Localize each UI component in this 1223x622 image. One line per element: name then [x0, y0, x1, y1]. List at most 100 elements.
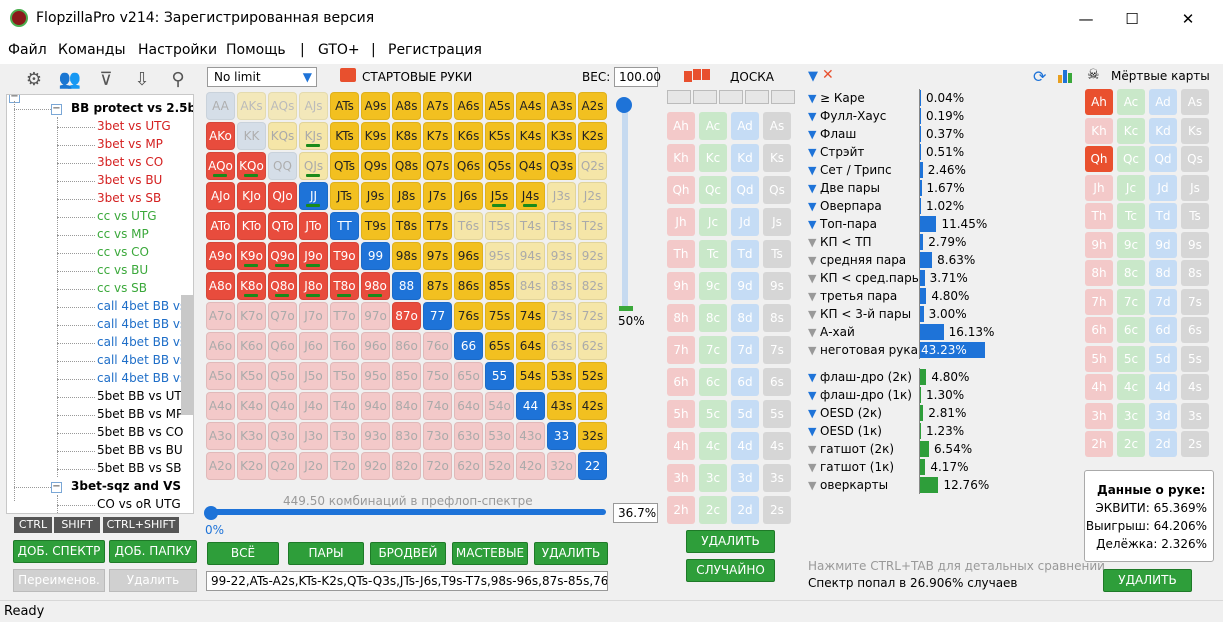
filter-icon[interactable]: ▼: [808, 477, 820, 495]
hand-cell[interactable]: 64s: [516, 332, 545, 360]
hand-cell[interactable]: Q4s: [516, 152, 545, 180]
stat-row[interactable]: ▼ КП < сред.пары: [808, 269, 1008, 287]
dead-card[interactable]: 9s: [1181, 231, 1209, 258]
dead-card[interactable]: Jc: [1117, 174, 1145, 201]
hand-cell[interactable]: A4o: [206, 392, 235, 420]
hand-cell[interactable]: J5o: [299, 362, 328, 390]
users-icon[interactable]: 👥: [56, 68, 84, 92]
hand-cell[interactable]: K8s: [392, 122, 421, 150]
hand-cell[interactable]: 93o: [361, 422, 390, 450]
board-card[interactable]: Jh: [667, 208, 695, 236]
dead-card[interactable]: 5h: [1085, 345, 1113, 372]
board-card[interactable]: 2d: [731, 496, 759, 524]
board-card[interactable]: 8d: [731, 304, 759, 332]
hand-cell[interactable]: A3o: [206, 422, 235, 450]
hand-cell[interactable]: Q2o: [268, 452, 297, 480]
dead-card[interactable]: 4s: [1181, 374, 1209, 400]
board-slot[interactable]: [667, 90, 691, 104]
stat-row[interactable]: ▼ Фулл-Хаус: [808, 107, 1008, 125]
hand-cell[interactable]: Q8o: [268, 272, 297, 300]
board-card[interactable]: 2s: [763, 496, 791, 524]
dead-card[interactable]: Tc: [1117, 203, 1145, 229]
menu-item[interactable]: Помощь: [226, 42, 286, 58]
hand-cell[interactable]: 82o: [392, 452, 421, 480]
hand-cell[interactable]: QTo: [268, 212, 297, 240]
filter-icon[interactable]: ▼: [808, 252, 820, 270]
board-card[interactable]: 6c: [699, 368, 727, 396]
board-card[interactable]: 6h: [667, 368, 695, 396]
stat-row[interactable]: ▼ третья пара: [808, 287, 1008, 305]
hand-cell[interactable]: A7o: [206, 302, 235, 330]
board-card[interactable]: Qc: [699, 176, 727, 204]
dead-card[interactable]: 6s: [1181, 317, 1209, 343]
hand-cell[interactable]: J8o: [299, 272, 328, 300]
hand-cell[interactable]: 66: [454, 332, 483, 360]
hand-cell[interactable]: Q5s: [485, 152, 514, 180]
filter-icon[interactable]: ⊽: [92, 68, 120, 92]
board-card[interactable]: 8h: [667, 304, 695, 332]
tree-item[interactable]: cc vs SB: [97, 281, 147, 295]
filter-icon[interactable]: ▼: [808, 69, 818, 84]
tree-item[interactable]: call 4bet BB vs B: [97, 353, 193, 367]
hand-cell[interactable]: 86o: [392, 332, 421, 360]
dead-card[interactable]: 7s: [1181, 288, 1209, 315]
hand-cell[interactable]: T2s: [578, 212, 607, 240]
stat-row[interactable]: ▼ средняя пара: [808, 251, 1008, 269]
dead-card[interactable]: 8d: [1149, 260, 1177, 286]
hand-cell[interactable]: 88: [392, 272, 421, 300]
filter-icon[interactable]: ▼: [808, 216, 820, 234]
dead-card[interactable]: 4c: [1117, 374, 1145, 400]
stat-row[interactable]: ▼ гатшот (1к): [808, 458, 1008, 476]
tree-item[interactable]: 5bet BB vs CO: [97, 425, 183, 439]
filter-icon[interactable]: ▼: [808, 180, 820, 198]
board-card[interactable]: Jc: [699, 208, 727, 236]
hand-cell[interactable]: 52o: [485, 452, 514, 480]
hand-cell[interactable]: 76s: [454, 302, 483, 330]
board-card[interactable]: 9s: [763, 272, 791, 300]
tree-item[interactable]: 3bet vs UTG: [97, 119, 171, 133]
add-folder-button[interactable]: ДОБ. ПАПКУ: [109, 540, 197, 563]
dead-card[interactable]: 6h: [1085, 317, 1113, 343]
hand-cell[interactable]: 65o: [454, 362, 483, 390]
hand-cell[interactable]: A8o: [206, 272, 235, 300]
range-button-1[interactable]: ПАРЫ: [288, 542, 364, 565]
board-card[interactable]: 6d: [731, 368, 759, 396]
hand-cell[interactable]: 99: [361, 242, 390, 270]
board-card[interactable]: Js: [763, 208, 791, 236]
hand-cell[interactable]: J3s: [547, 182, 576, 210]
percent-input[interactable]: 36.7%: [613, 503, 658, 523]
dead-card[interactable]: 4d: [1149, 374, 1177, 400]
hand-cell[interactable]: 33: [547, 422, 576, 450]
hand-cell[interactable]: 76o: [423, 332, 452, 360]
hand-cell[interactable]: 53o: [485, 422, 514, 450]
board-slot[interactable]: [719, 90, 743, 104]
hand-cell[interactable]: K2s: [578, 122, 607, 150]
hand-cell[interactable]: 94s: [516, 242, 545, 270]
hand-cell[interactable]: K3o: [237, 422, 266, 450]
stat-row[interactable]: ▼ Сет / Трипс: [808, 161, 1008, 179]
range-tree[interactable]: − − BB protect vs 2.5bb 3bet vs UTG 3bet vs …: [6, 94, 194, 514]
hand-cell[interactable]: J5s: [485, 182, 514, 210]
hand-cell[interactable]: Q3o: [268, 422, 297, 450]
hand-cell[interactable]: 62o: [454, 452, 483, 480]
board-card[interactable]: 7c: [699, 336, 727, 364]
hand-cell[interactable]: Q9o: [268, 242, 297, 270]
hand-cell[interactable]: 75o: [423, 362, 452, 390]
hand-cell[interactable]: Q6s: [454, 152, 483, 180]
hand-cell[interactable]: K9s: [361, 122, 390, 150]
hand-cell[interactable]: AKs: [237, 92, 266, 120]
horizontal-slider-handle[interactable]: [204, 506, 218, 520]
minimize-button[interactable]: —: [1063, 0, 1109, 38]
board-card[interactable]: Qh: [667, 176, 695, 204]
weight-input[interactable]: 100.00: [614, 67, 661, 87]
stat-row[interactable]: ▼ флаш-дро (1к): [808, 386, 1008, 404]
hand-cell[interactable]: T5o: [330, 362, 359, 390]
filter-icon[interactable]: ▼: [808, 234, 820, 252]
hand-cell[interactable]: T9o: [330, 242, 359, 270]
board-card[interactable]: 4s: [763, 432, 791, 460]
hand-cell[interactable]: 98o: [361, 272, 390, 300]
hand-cell[interactable]: 87o: [392, 302, 421, 330]
hand-cell[interactable]: 97o: [361, 302, 390, 330]
board-card[interactable]: 8c: [699, 304, 727, 332]
hand-cell[interactable]: KQo: [237, 152, 266, 180]
